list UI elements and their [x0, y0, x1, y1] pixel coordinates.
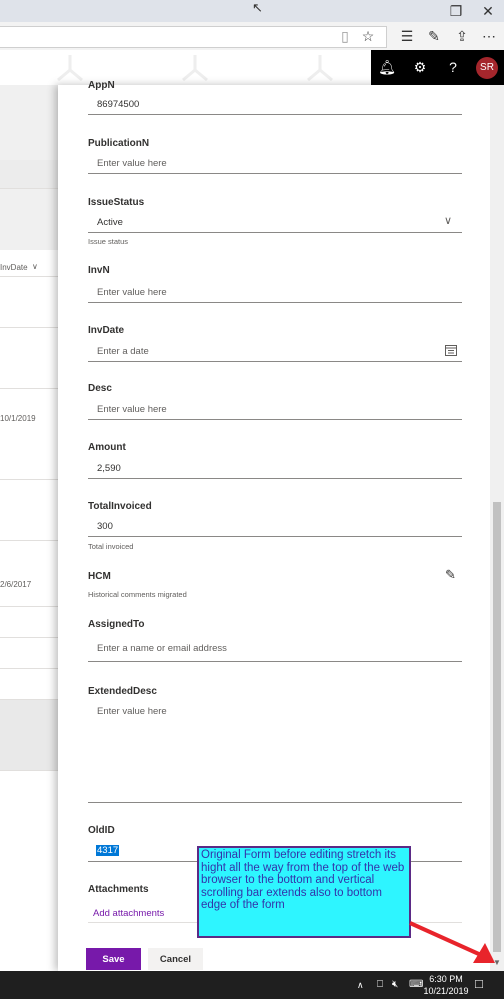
notification-icon[interactable]: □	[475, 976, 483, 991]
invdate-input[interactable]: Enter a date	[97, 346, 149, 357]
list-row	[0, 277, 58, 328]
address-bar[interactable]	[0, 26, 387, 48]
issuestatus-dropdown[interactable]: Active	[97, 217, 123, 228]
field-underline	[88, 536, 462, 537]
hcm-description: Historical comments migrated	[88, 590, 187, 599]
list-date: 2/6/2017	[0, 580, 32, 589]
cancel-button[interactable]: Cancel	[148, 948, 203, 970]
chevron-up-icon[interactable]: ∧	[357, 980, 364, 991]
help-icon[interactable]: ?	[441, 50, 465, 85]
list-row	[0, 669, 58, 700]
oldid-input[interactable]: 4317	[96, 845, 120, 856]
field-label-publicationn: PublicationN	[88, 138, 150, 149]
desc-input[interactable]: Enter value here	[97, 404, 167, 415]
gear-icon[interactable]: ⚙	[408, 50, 432, 85]
list-row	[0, 700, 58, 771]
volume-muted-icon[interactable]: 🔇︎	[392, 979, 398, 990]
field-underline	[88, 302, 462, 303]
clock-time[interactable]: 6:30 PM	[429, 974, 463, 984]
list-row	[0, 541, 58, 607]
totalinvoiced-description: Total invoiced	[88, 542, 134, 551]
field-label-issuestatus: IssueStatus	[88, 197, 145, 208]
annotation-arrow	[409, 921, 495, 963]
edit-pencil-icon[interactable]: ✎	[445, 567, 456, 583]
share-icon[interactable]: ⇪	[452, 26, 472, 46]
close-icon[interactable]: ✕	[478, 1, 498, 21]
list-row	[0, 607, 58, 638]
column-header-invdate[interactable]: InvDate	[0, 263, 28, 272]
invn-input[interactable]: Enter value here	[97, 287, 167, 298]
field-label-attachments: Attachments	[88, 884, 149, 895]
restore-icon[interactable]: ❐	[446, 1, 466, 21]
annotation-callout: Original Form before editing stretch its…	[197, 846, 411, 938]
add-attachments-link[interactable]: Add attachments	[93, 908, 164, 919]
list-row	[0, 389, 58, 480]
pen-icon[interactable]: ✎	[424, 26, 444, 46]
field-label-appn: AppN	[88, 80, 115, 91]
list-row	[0, 638, 58, 669]
list-date: 10/1/2019	[0, 414, 36, 423]
field-label-oldid: OldID	[88, 825, 115, 836]
extendeddesc-textarea[interactable]: Enter value here	[97, 706, 167, 717]
reading-view-icon[interactable]: ▯	[335, 26, 355, 46]
cursor-icon: ↖	[252, 0, 263, 15]
field-label-invdate: InvDate	[88, 325, 125, 336]
favorites-bar-icon[interactable]: ☰	[397, 26, 417, 46]
scrollbar-thumb[interactable]	[493, 502, 501, 952]
clock-date[interactable]: 10/21/2019	[423, 986, 469, 996]
field-label-amount: Amount	[88, 442, 126, 453]
field-label-assignedto: AssignedTo	[88, 619, 145, 630]
field-label-desc: Desc	[88, 383, 112, 394]
chevron-down-icon[interactable]: ∨	[444, 214, 452, 227]
field-underline	[88, 419, 462, 420]
field-underline	[88, 661, 462, 662]
field-label-invn: InvN	[88, 265, 110, 276]
save-button[interactable]: Save	[86, 948, 141, 970]
field-underline	[88, 802, 462, 803]
list-row	[0, 771, 58, 972]
calendar-icon[interactable]	[445, 344, 457, 356]
network-icon[interactable]: ⎕	[377, 979, 383, 990]
field-underline	[88, 478, 462, 479]
field-underline	[88, 361, 462, 362]
issuestatus-description: Issue status	[88, 237, 129, 246]
chevron-down-icon[interactable]: ∨	[32, 262, 38, 271]
appn-input[interactable]: 86974500	[97, 99, 139, 110]
assignedto-input[interactable]: Enter a name or email address	[97, 643, 227, 654]
input-method-icon[interactable]: ⌨︎	[409, 979, 423, 990]
field-label-extendeddesc: ExtendedDesc	[88, 686, 157, 697]
avatar[interactable]: SR	[476, 57, 498, 79]
totalinvoiced-input[interactable]: 300	[97, 521, 113, 532]
field-underline	[88, 232, 462, 233]
publicationn-input[interactable]: Enter value here	[97, 158, 167, 169]
field-label-hcm: HCM	[88, 571, 111, 582]
bell-icon[interactable]: 🔔︎	[375, 50, 399, 85]
amount-input[interactable]: 2,590	[97, 463, 121, 474]
field-underline	[88, 114, 462, 115]
list-row	[0, 160, 58, 189]
field-label-totalinvoiced: TotalInvoiced	[88, 501, 152, 512]
browser-title-bar: ↖ ❐ ✕	[0, 0, 504, 22]
field-underline	[88, 173, 462, 174]
list-row	[0, 480, 58, 541]
favorite-star-icon[interactable]: ☆	[358, 26, 378, 46]
more-icon[interactable]: ⋯	[479, 26, 499, 46]
list-row	[0, 328, 58, 389]
